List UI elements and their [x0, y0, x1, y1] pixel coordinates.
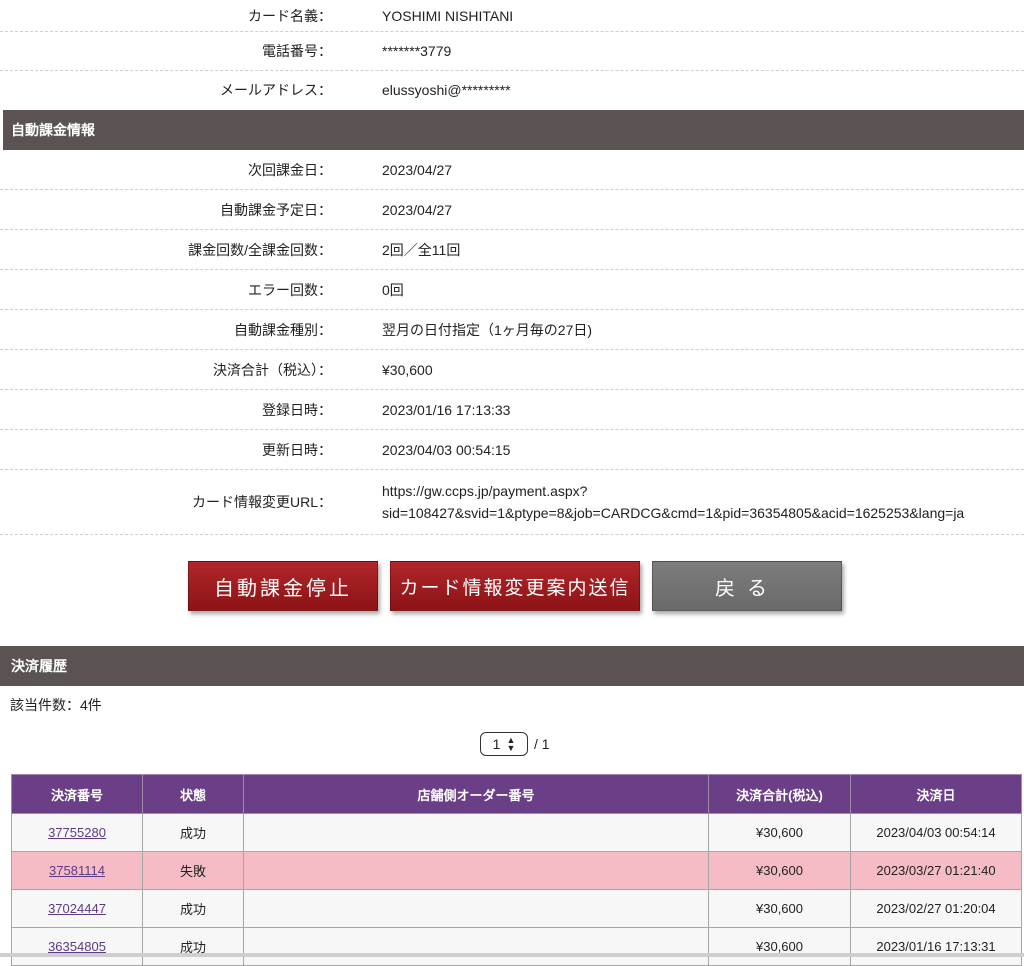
- info-label: 更新日時：: [262, 441, 332, 458]
- card-change-url: https://gw.ccps.jp/payment.aspx? sid=108…: [382, 470, 1024, 534]
- payment-id-cell: 37581114: [11, 851, 143, 890]
- info-value: 2023/04/03 00:54:15: [382, 441, 511, 458]
- pagination: 1 ▲ ▼ / 1: [480, 732, 550, 756]
- info-label: エラー回数：: [248, 281, 332, 298]
- date-cell: 2023/02/27 01:20:04: [850, 889, 1022, 928]
- amount-cell: ¥30,600: [708, 889, 851, 928]
- column-header: 決済番号: [11, 774, 143, 814]
- info-row-card-change-url: カード情報変更URL： https://gw.ccps.jp/payment.a…: [0, 470, 1024, 535]
- column-header: 決済日: [850, 774, 1022, 814]
- page-bottom-edge: [0, 953, 1024, 957]
- table-row: 37024447 成功 ¥30,600 2023/02/27 01:20:04: [11, 889, 1022, 928]
- auto-billing-header: 自動課金情報: [3, 110, 1024, 150]
- payment-id-cell: 36354805: [11, 927, 143, 966]
- info-row-error-count: エラー回数： 0回: [0, 270, 1024, 310]
- order-cell: [243, 889, 709, 928]
- url-line-2: sid=108427&svid=1&ptype=8&job=CARDCG&cmd…: [382, 505, 965, 521]
- info-row-card-name: カード名義： YOSHIMI NISHITANI: [0, 0, 1024, 32]
- info-label: 登録日時：: [262, 401, 332, 418]
- page-select-value: 1: [492, 736, 501, 752]
- column-header: 状態: [142, 774, 244, 814]
- back-button[interactable]: 戻る: [652, 561, 842, 611]
- page-total: / 1: [534, 736, 550, 752]
- info-label: メールアドレス：: [220, 82, 332, 98]
- status-cell: 成功: [142, 927, 244, 966]
- info-value: 翌月の日付指定（1ヶ月毎の27日): [382, 321, 593, 338]
- payment-id-cell: 37024447: [11, 889, 143, 928]
- info-label: 自動課金予定日：: [220, 201, 332, 218]
- amount-cell: ¥30,600: [708, 813, 851, 852]
- column-header: 店舗側オーダー番号: [243, 774, 709, 814]
- send-card-change-notice-button[interactable]: カード情報変更案内送信: [390, 561, 640, 611]
- page-select[interactable]: 1 ▲ ▼: [480, 732, 528, 756]
- status-cell: 成功: [142, 813, 244, 852]
- info-value: 2023/01/16 17:13:33: [382, 401, 511, 418]
- info-value: 2023/04/27: [382, 201, 453, 218]
- info-label: 次回課金日：: [248, 161, 332, 178]
- info-value: YOSHIMI NISHITANI: [382, 7, 514, 24]
- info-label: 決済合計（税込）：: [213, 361, 332, 378]
- date-cell: 2023/01/16 17:13:31: [850, 927, 1022, 966]
- table-row: 37581114 失敗 ¥30,600 2023/03/27 01:21:40: [11, 851, 1022, 890]
- info-row-updated: 更新日時： 2023/04/03 00:54:15: [0, 430, 1024, 470]
- amount-cell: ¥30,600: [708, 851, 851, 890]
- info-label: カード名義：: [248, 7, 332, 24]
- payment-id-link[interactable]: 36354805: [48, 939, 106, 954]
- order-cell: [243, 813, 709, 852]
- url-line-1: https://gw.ccps.jp/payment.aspx?: [382, 483, 588, 499]
- info-value: *******3779: [382, 43, 452, 59]
- table-row: 37755280 成功 ¥30,600 2023/04/03 00:54:14: [11, 813, 1022, 852]
- updown-arrow-icon: ▲ ▼: [506, 735, 516, 753]
- info-row-next-billing: 次回課金日： 2023/04/27: [0, 150, 1024, 190]
- info-row-scheduled-date: 自動課金予定日： 2023/04/27: [0, 190, 1024, 230]
- info-row-registered: 登録日時： 2023/01/16 17:13:33: [0, 390, 1024, 430]
- payment-history-header: 決済履歴: [0, 646, 1024, 686]
- table-header-row: 決済番号 状態 店舗側オーダー番号 決済合計(税込) 決済日: [11, 774, 1022, 814]
- stop-auto-billing-button[interactable]: 自動課金停止: [188, 561, 378, 611]
- info-row-phone: 電話番号： *******3779: [0, 32, 1024, 71]
- payment-id-cell: 37755280: [11, 813, 143, 852]
- payment-id-link[interactable]: 37755280: [48, 825, 106, 840]
- info-label: 電話番号：: [262, 43, 332, 59]
- column-header: 決済合計(税込): [708, 774, 851, 814]
- payment-history-table: 決済番号 状態 店舗側オーダー番号 決済合計(税込) 決済日 37755280 …: [11, 774, 1022, 966]
- date-cell: 2023/03/27 01:21:40: [850, 851, 1022, 890]
- amount-cell: ¥30,600: [708, 927, 851, 966]
- info-row-total: 決済合計（税込）： ¥30,600: [0, 350, 1024, 390]
- table-row: 36354805 成功 ¥30,600 2023/01/16 17:13:31: [11, 927, 1022, 966]
- info-value: elussyoshi@*********: [382, 82, 511, 98]
- info-value: 2回／全11回: [382, 241, 461, 258]
- info-label: 自動課金種別：: [234, 321, 332, 338]
- payment-id-link[interactable]: 37024447: [48, 901, 106, 916]
- info-row-email: メールアドレス： elussyoshi@*********: [0, 71, 1024, 109]
- info-value: 0回: [382, 281, 404, 298]
- info-value: 2023/04/27: [382, 161, 453, 178]
- status-cell: 成功: [142, 889, 244, 928]
- order-cell: [243, 851, 709, 890]
- info-value: ¥30,600: [382, 361, 433, 378]
- result-count: 該当件数：4件: [10, 697, 102, 713]
- info-label: カード情報変更URL：: [191, 494, 332, 510]
- info-row-billing-type: 自動課金種別： 翌月の日付指定（1ヶ月毎の27日): [0, 310, 1024, 350]
- info-row-billing-count: 課金回数/全課金回数： 2回／全11回: [0, 230, 1024, 270]
- payment-id-link[interactable]: 37581114: [49, 863, 105, 878]
- order-cell: [243, 927, 709, 966]
- date-cell: 2023/04/03 00:54:14: [850, 813, 1022, 852]
- info-label: 課金回数/全課金回数：: [188, 241, 332, 258]
- status-cell: 失敗: [142, 851, 244, 890]
